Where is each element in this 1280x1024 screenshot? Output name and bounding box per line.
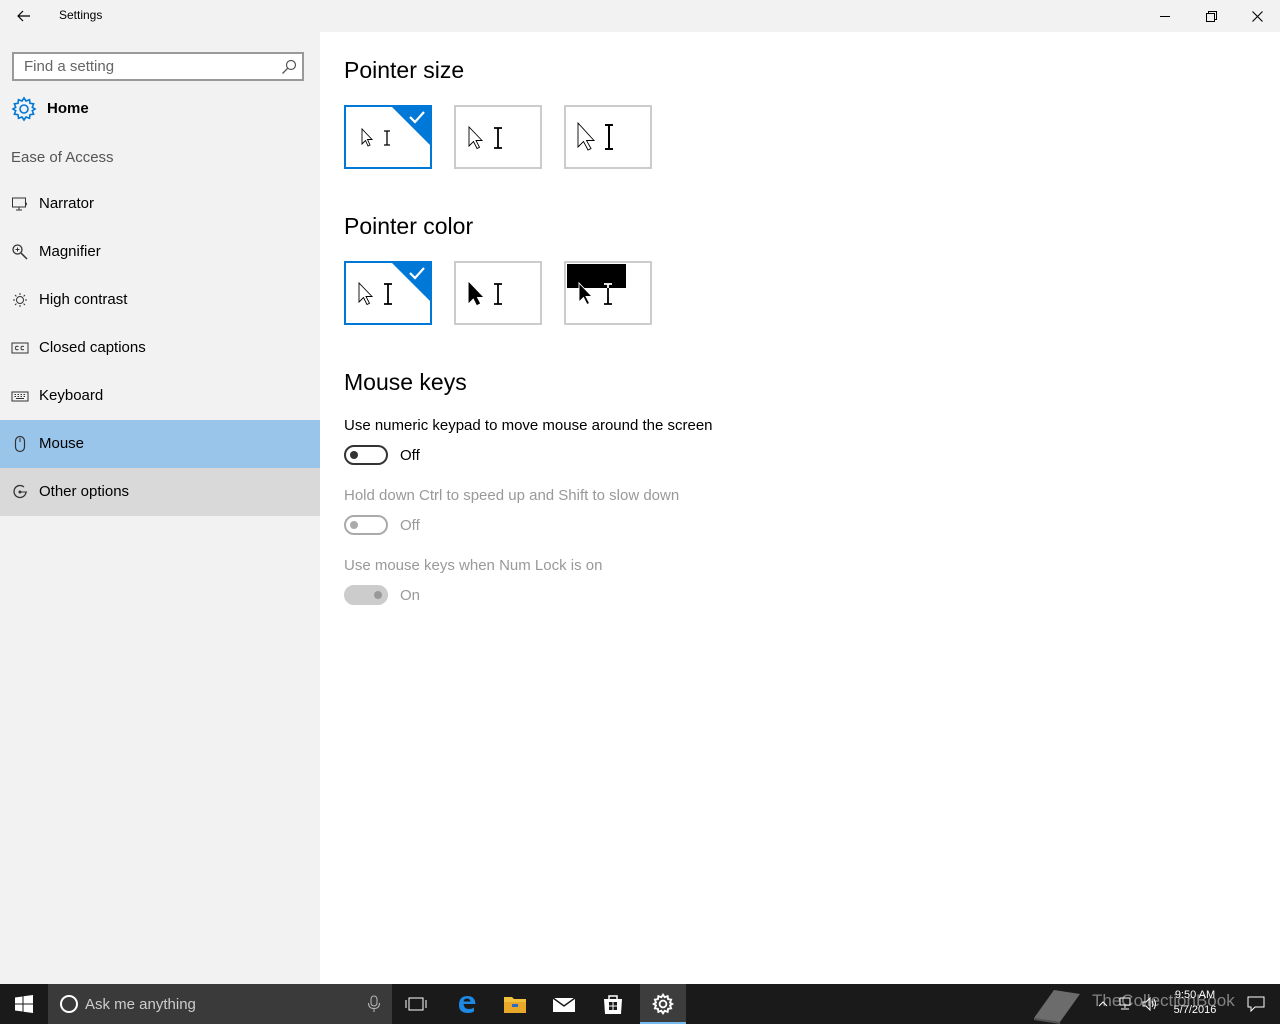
mail-icon	[552, 997, 576, 1012]
home-link[interactable]: Home	[0, 92, 320, 126]
narrator-icon	[12, 197, 27, 211]
mouse-keys-keypad-toggle[interactable]	[344, 445, 388, 465]
file-explorer-button[interactable]	[492, 984, 538, 1024]
main-content: Pointer size Pointer color Mouse keys Us…	[320, 32, 1280, 984]
network-icon	[1119, 997, 1131, 1010]
sidebar-item-closed-captions[interactable]: Closed captions	[0, 324, 320, 372]
magnifier-icon	[12, 244, 28, 260]
mouse-keys-keypad-state: Off	[400, 447, 420, 464]
pointer-large-icon	[577, 121, 613, 151]
restore-button[interactable]	[1188, 0, 1234, 32]
back-button[interactable]	[10, 4, 38, 28]
minimize-icon	[1160, 16, 1170, 17]
sidebar-item-label: Mouse	[39, 435, 85, 452]
sidebar-item-label: Closed captions	[39, 339, 146, 356]
toggle-knob	[350, 521, 358, 529]
section-label: Ease of Access	[11, 149, 114, 166]
close-icon	[1251, 10, 1263, 22]
sidebar-item-label: Magnifier	[39, 243, 101, 260]
pointer-size-small-option[interactable]	[344, 105, 432, 169]
other-options-icon	[13, 484, 27, 499]
pointer-color-inverted-option[interactable]	[564, 261, 652, 325]
store-icon	[604, 995, 622, 1014]
edge-icon	[459, 996, 476, 1013]
cortana-search-box[interactable]: Ask me anything	[48, 984, 392, 1024]
volume-icon	[1142, 997, 1156, 1011]
pointer-color-white-option[interactable]	[344, 261, 432, 325]
search-icon[interactable]	[281, 59, 297, 75]
store-button[interactable]	[590, 984, 636, 1024]
toggle-knob	[350, 451, 358, 459]
sidebar-item-magnifier[interactable]: Magnifier	[0, 228, 320, 276]
settings-taskbar-button[interactable]	[640, 984, 686, 1024]
sidebar-item-mouse[interactable]: Mouse	[0, 420, 320, 468]
taskbar: Ask me anything TheCollectionBook 9:50 A…	[0, 984, 1280, 1024]
cortana-icon	[60, 995, 78, 1013]
closed-captions-icon	[11, 342, 29, 354]
search-box[interactable]	[12, 52, 304, 81]
folder-icon	[504, 997, 526, 1013]
mail-button[interactable]	[541, 984, 587, 1024]
sidebar-item-narrator[interactable]: Narrator	[0, 180, 320, 228]
show-hidden-icons-button[interactable]	[1094, 984, 1112, 1024]
pointer-size-large-option[interactable]	[564, 105, 652, 169]
sidebar-item-keyboard[interactable]: Keyboard	[0, 372, 320, 420]
pointer-color-black-option[interactable]	[454, 261, 542, 325]
speed-modifier-toggle	[344, 515, 388, 535]
speed-modifier-label: Hold down Ctrl to speed up and Shift to …	[344, 487, 680, 504]
sidebar: Home Ease of Access Narrator Magnifier H…	[0, 32, 320, 984]
sidebar-item-label: Other options	[39, 483, 130, 500]
close-button[interactable]	[1234, 0, 1280, 32]
microphone-icon[interactable]	[366, 995, 382, 1013]
gear-icon	[11, 96, 37, 122]
pointer-color-heading: Pointer color	[344, 213, 474, 239]
start-button[interactable]	[0, 984, 48, 1024]
task-view-button[interactable]	[392, 984, 440, 1024]
checkmark-icon	[392, 107, 430, 145]
settings-gear-icon	[652, 993, 674, 1015]
pointer-inverted-icon	[567, 264, 626, 306]
chevron-up-icon	[1098, 1001, 1108, 1007]
notifications-icon	[1247, 996, 1265, 1012]
network-button[interactable]	[1116, 984, 1136, 1024]
window-title: Settings	[59, 8, 103, 22]
mouse-icon	[14, 435, 26, 453]
cortana-placeholder: Ask me anything	[85, 996, 196, 1013]
sidebar-item-label: Narrator	[39, 195, 95, 212]
restore-icon	[1205, 10, 1217, 22]
home-label: Home	[47, 100, 89, 117]
search-input[interactable]	[14, 54, 284, 79]
clock-time: 9:50 AM	[1174, 989, 1216, 1001]
minimize-button[interactable]	[1142, 0, 1188, 32]
volume-button[interactable]	[1140, 984, 1160, 1024]
sidebar-item-high-contrast[interactable]: High contrast	[0, 276, 320, 324]
sidebar-item-label: Keyboard	[39, 387, 104, 404]
sidebar-item-label: High contrast	[39, 291, 128, 308]
checkmark-icon	[392, 263, 430, 301]
pointer-size-heading: Pointer size	[344, 57, 465, 83]
title-bar: Settings	[0, 0, 1280, 32]
speed-modifier-state: Off	[400, 517, 420, 534]
keyboard-icon	[11, 391, 29, 402]
mouse-keys-keypad-label: Use numeric keypad to move mouse around …	[344, 417, 713, 434]
pointer-black-icon	[468, 281, 502, 306]
high-contrast-icon	[13, 293, 27, 307]
num-lock-label: Use mouse keys when Num Lock is on	[344, 557, 603, 574]
clock[interactable]: 9:50 AM 5/7/2016	[1162, 988, 1228, 1018]
mouse-keys-heading: Mouse keys	[344, 369, 467, 395]
num-lock-state: On	[400, 587, 421, 604]
toggle-knob	[374, 591, 382, 599]
task-view-icon	[405, 997, 427, 1011]
num-lock-toggle	[344, 585, 388, 605]
pointer-medium-icon	[468, 125, 502, 150]
action-center-button[interactable]	[1236, 984, 1276, 1024]
pointer-size-medium-option[interactable]	[454, 105, 542, 169]
windows-logo-icon	[15, 995, 33, 1013]
back-arrow-icon	[17, 10, 30, 22]
sidebar-item-other-options[interactable]: Other options	[0, 468, 320, 516]
book-watermark-icon	[1034, 990, 1080, 1024]
clock-date: 5/7/2016	[1173, 1004, 1217, 1016]
edge-button[interactable]	[444, 984, 490, 1024]
